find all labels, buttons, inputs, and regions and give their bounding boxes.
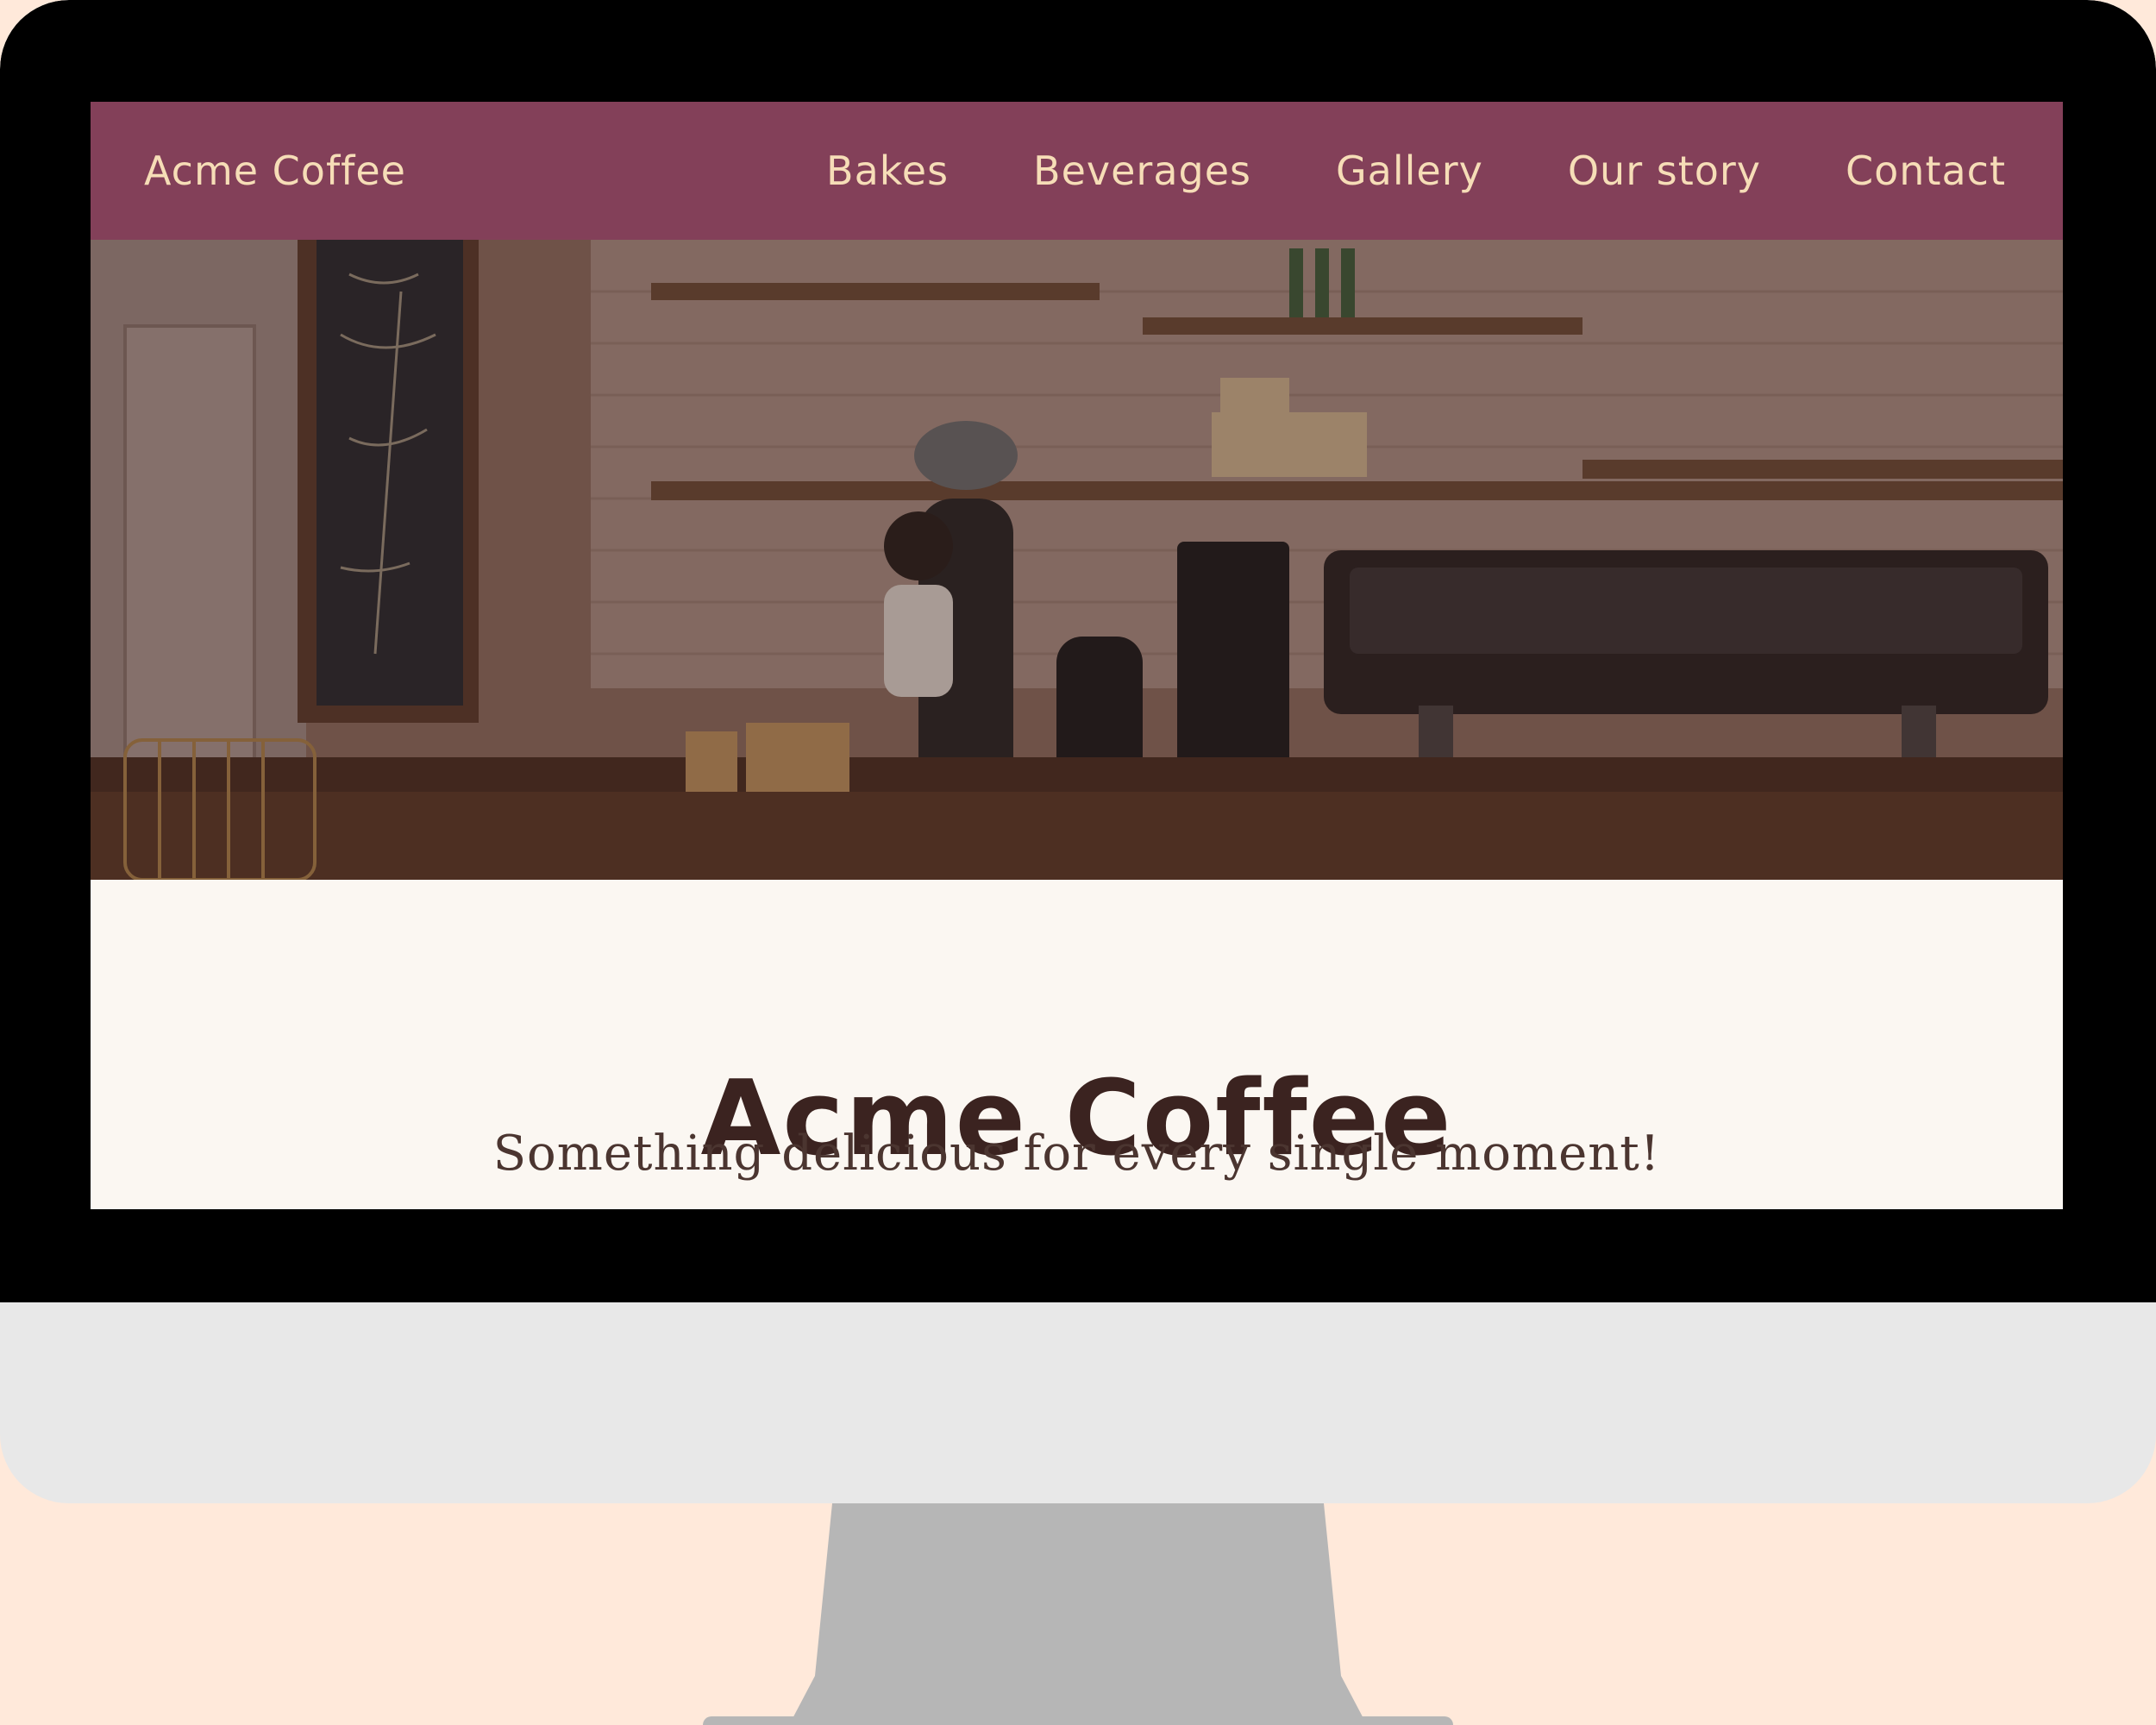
nav-link-contact[interactable]: Contact [1846,147,2006,194]
monitor-frame: Acme Coffee Bakes Beverages Gallery Our … [0,0,2156,1503]
page-subtitle: Something delicious for every single mom… [492,1126,1661,1182]
website-screen: Acme Coffee Bakes Beverages Gallery Our … [91,102,2063,1209]
nav-links: Bakes Beverages Gallery Our story Contac… [826,147,2006,194]
nav-link-bakes[interactable]: Bakes [826,147,949,194]
nav-link-gallery[interactable]: Gallery [1336,147,1483,194]
nav-link-beverages[interactable]: Beverages [1033,147,1251,194]
hero-image-coffee-bar [91,240,2063,880]
nav-link-our-story[interactable]: Our story [1568,147,1761,194]
top-navigation-bar: Acme Coffee Bakes Beverages Gallery Our … [91,102,2063,240]
brand-logo-link[interactable]: Acme Coffee [144,147,406,194]
coffee-bar-illustration [91,240,2063,880]
monitor-stand-base [703,1716,1453,1725]
monitor-stand [789,1503,1367,1725]
